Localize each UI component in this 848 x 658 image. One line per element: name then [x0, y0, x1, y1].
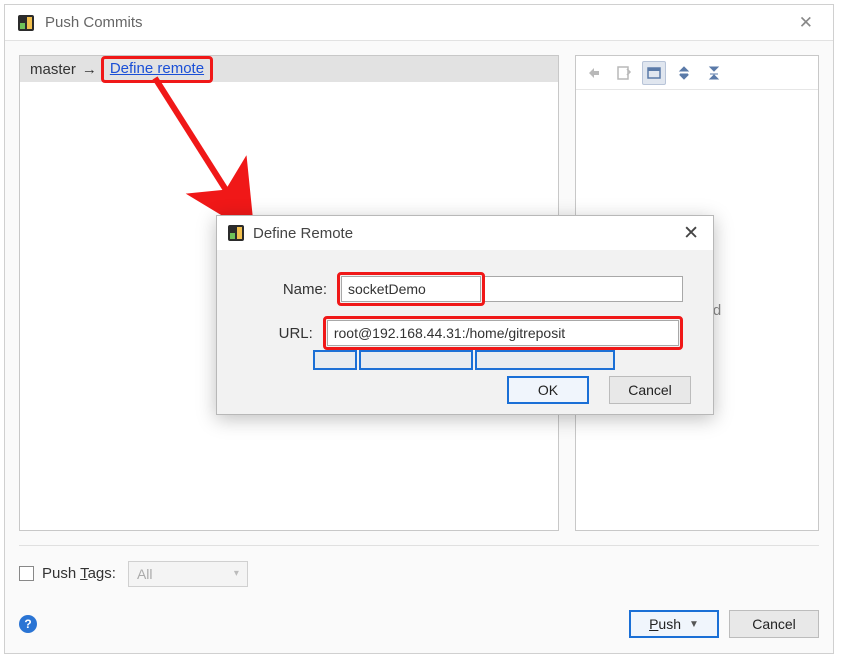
app-icon [17, 14, 35, 32]
cancel-button[interactable]: Cancel [729, 610, 819, 638]
push-tags-label: Push Tags: [42, 565, 116, 582]
footer-buttons: ? Push ▼ Cancel [19, 607, 819, 641]
footer-options: Push Tags: All ▾ [19, 545, 819, 591]
chevron-down-icon: ▾ [234, 568, 239, 579]
titlebar: Push Commits ✕ [5, 5, 833, 41]
branch-row: master → Define remote [20, 56, 558, 82]
expand-all-icon[interactable] [672, 61, 696, 85]
remote-url-input[interactable]: root@192.168.44.31:/home/gitreposit [327, 320, 679, 346]
local-branch-label: master [30, 61, 76, 78]
group-by-icon[interactable] [642, 61, 666, 85]
window-title: Push Commits [45, 14, 793, 31]
name-label: Name: [247, 281, 327, 298]
arrow-icon: → [82, 61, 97, 78]
define-remote-dialog: Define Remote ✕ Name: socketDemo URL: ro… [216, 215, 714, 415]
collapse-all-icon[interactable] [702, 61, 726, 85]
help-icon[interactable]: ? [19, 615, 37, 633]
annotation-red-box-url: root@192.168.44.31:/home/gitreposit [323, 316, 683, 350]
define-remote-form: Name: socketDemo URL: root@192.168.44.31… [217, 250, 713, 370]
name-row: Name: socketDemo [247, 272, 683, 306]
push-tags-checkbox[interactable] [19, 566, 34, 581]
app-icon [227, 224, 245, 242]
annotation-red-box-name: socketDemo [337, 272, 485, 306]
annotation-red-box-link: Define remote [101, 56, 213, 83]
push-button[interactable]: Push ▼ [629, 610, 719, 638]
remote-name-input[interactable]: socketDemo [341, 276, 481, 302]
define-remote-title: Define Remote [253, 225, 679, 242]
prev-change-icon[interactable] [582, 61, 606, 85]
define-remote-titlebar: Define Remote ✕ [217, 216, 713, 250]
ok-button[interactable]: OK [507, 376, 589, 404]
remote-name-input-extend[interactable] [485, 276, 683, 302]
next-change-icon[interactable] [612, 61, 636, 85]
dropdown-caret-icon: ▼ [689, 619, 699, 630]
push-tags-combo-value: All [137, 566, 153, 582]
url-row: URL: root@192.168.44.31:/home/gitreposit [247, 316, 683, 350]
define-remote-link[interactable]: Define remote [110, 60, 204, 77]
push-tags-combo[interactable]: All ▾ [128, 561, 248, 587]
define-remote-buttons: OK Cancel [217, 370, 713, 404]
close-icon[interactable]: ✕ [793, 13, 819, 33]
changes-toolbar [576, 56, 818, 90]
cancel-button[interactable]: Cancel [609, 376, 691, 404]
url-label: URL: [247, 325, 313, 342]
close-icon[interactable]: ✕ [679, 222, 703, 245]
